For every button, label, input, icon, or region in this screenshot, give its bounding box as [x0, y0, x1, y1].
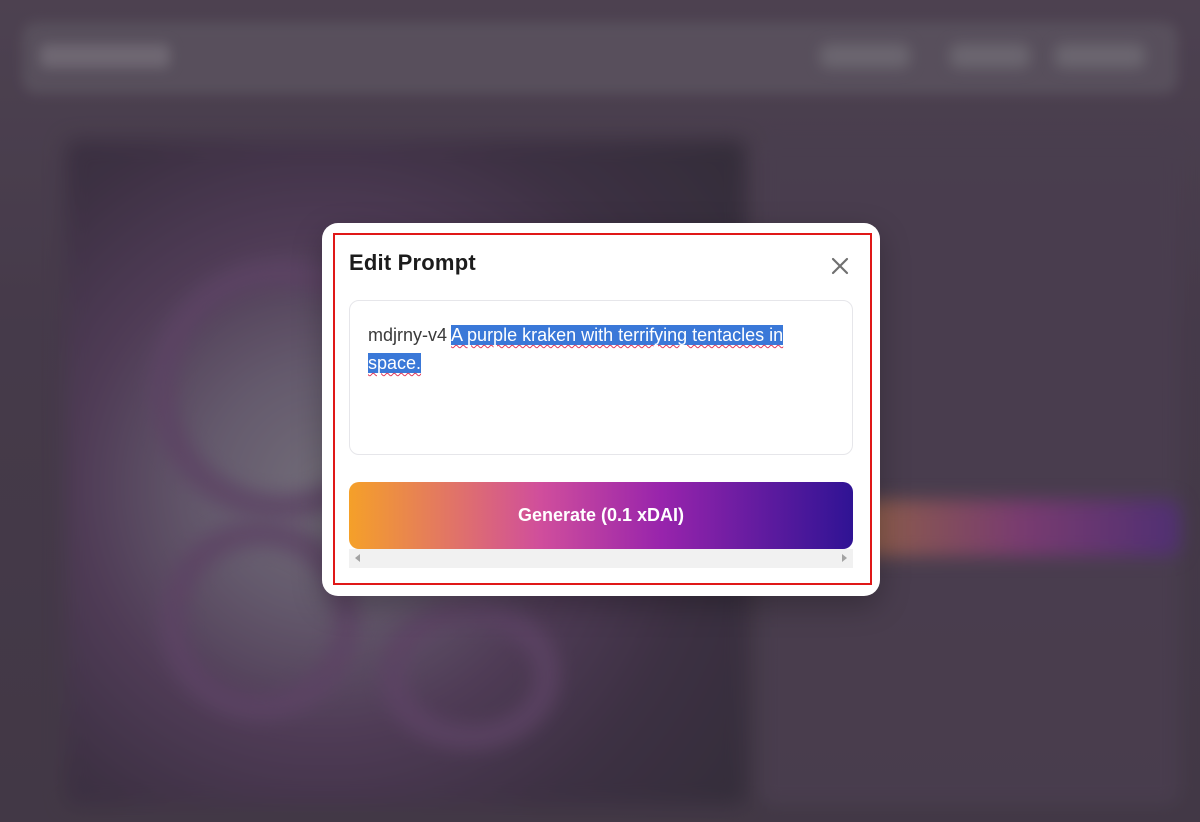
generate-button[interactable]: Generate (0.1 xDAI) — [349, 482, 853, 549]
scroll-left-arrow-icon[interactable] — [355, 554, 360, 562]
horizontal-scrollbar[interactable] — [349, 549, 853, 568]
close-icon — [831, 257, 849, 275]
close-button[interactable] — [826, 252, 854, 280]
dialog-title: Edit Prompt — [349, 250, 476, 275]
model-prefix: mdjrny-v4 — [368, 325, 448, 345]
scroll-right-arrow-icon[interactable] — [842, 554, 847, 562]
prompt-textarea[interactable]: mdjrny-v4 A purple kraken with terrifyin… — [349, 300, 853, 455]
